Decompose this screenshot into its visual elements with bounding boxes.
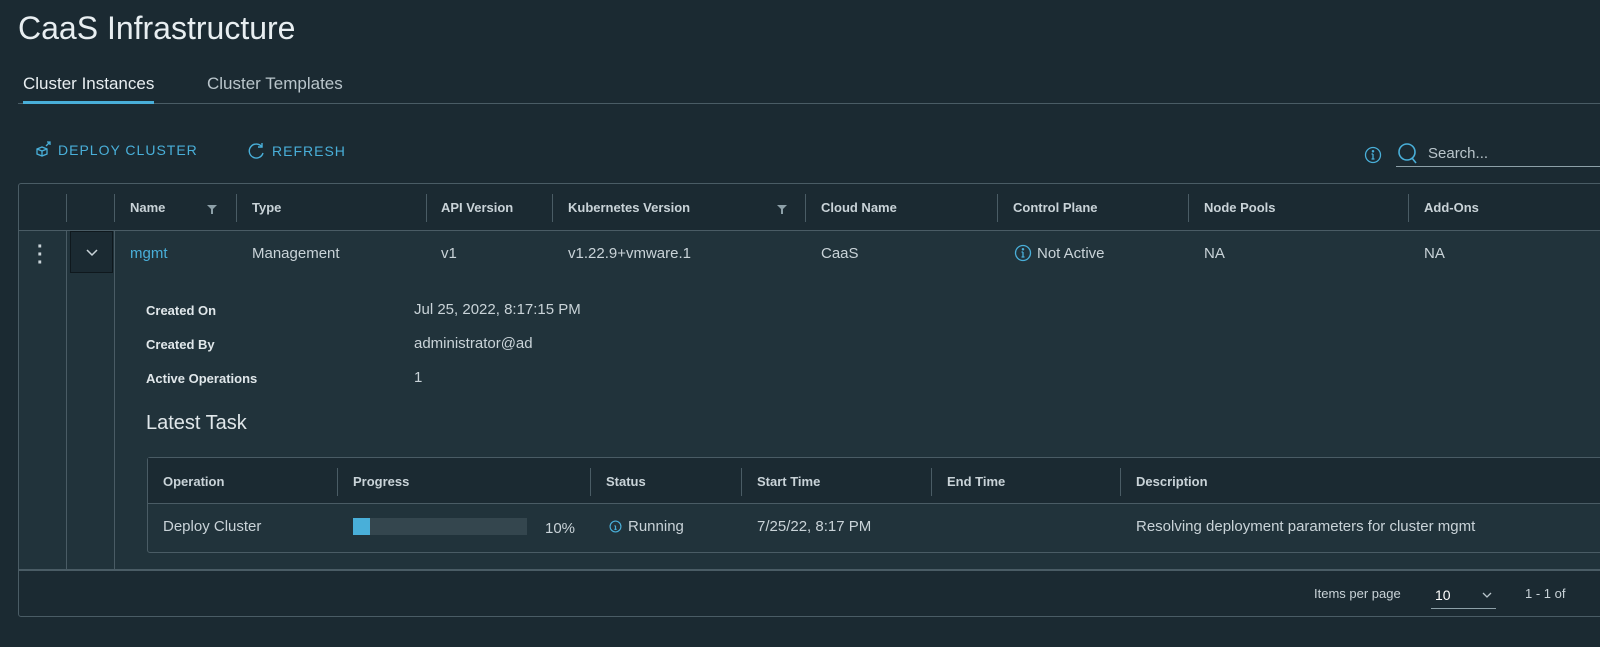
control-plane-status: Not Active	[1014, 244, 1105, 262]
filter-icon[interactable]	[777, 204, 787, 214]
info-icon	[1014, 244, 1032, 262]
items-per-page-label: Items per page	[1314, 586, 1401, 601]
task-description: Resolving deployment parameters for clus…	[1136, 518, 1476, 535]
task-table-header: Operation Progress Status Start Time End…	[148, 458, 1600, 504]
progress-text: 10%	[545, 520, 576, 537]
active-operations-value: 1	[414, 369, 423, 386]
info-icon	[609, 520, 622, 533]
latest-task-table: Operation Progress Status Start Time End…	[147, 457, 1600, 553]
cluster-name-link[interactable]: mgmt	[130, 245, 168, 262]
column-control-plane[interactable]: Control Plane	[1013, 184, 1098, 231]
expand-row-button[interactable]	[70, 231, 113, 273]
progress-bar	[353, 518, 527, 535]
pagination-range: 1 - 1 of	[1525, 586, 1566, 601]
tab-cluster-templates[interactable]: Cluster Templates	[207, 74, 343, 104]
refresh-button[interactable]: REFRESH	[246, 141, 346, 161]
cluster-type: Management	[252, 245, 340, 262]
active-operations-label: Active Operations	[146, 371, 258, 386]
created-on-label: Created On	[146, 303, 217, 318]
task-operation: Deploy Cluster	[163, 518, 262, 535]
chevron-down-icon	[85, 249, 98, 257]
api-version: v1	[441, 245, 457, 262]
column-progress: Progress	[353, 473, 410, 489]
column-node-pools[interactable]: Node Pools	[1204, 184, 1276, 231]
deploy-icon	[36, 141, 51, 157]
page-title: CaaS Infrastructure	[18, 10, 296, 46]
search-placeholder: Search...	[1428, 144, 1489, 162]
search-input[interactable]: Search...	[1396, 140, 1600, 167]
search-icon	[1398, 143, 1417, 164]
column-api-version[interactable]: API Version	[441, 184, 513, 231]
refresh-icon	[248, 143, 264, 159]
deploy-cluster-button[interactable]: DEPLOY CLUSTER	[34, 141, 198, 159]
cluster-datagrid: Name Type API Version Kubernetes Version…	[18, 183, 1600, 617]
column-operation: Operation	[163, 473, 225, 489]
cloud-name: CaaS	[821, 245, 859, 262]
deploy-cluster-label: DEPLOY CLUSTER	[58, 142, 198, 158]
info-icon[interactable]	[1364, 146, 1382, 164]
column-status: Status	[606, 473, 646, 489]
latest-task-title: Latest Task	[146, 412, 247, 434]
add-ons: NA	[1424, 245, 1445, 262]
tab-bar: Cluster Instances Cluster Templates	[18, 72, 1600, 104]
column-type[interactable]: Type	[252, 184, 281, 231]
column-kubernetes-version[interactable]: Kubernetes Version	[568, 184, 690, 231]
row-actions-icon[interactable]: · · ·	[37, 237, 44, 273]
refresh-label: REFRESH	[272, 143, 346, 159]
grid-footer: Items per page 10 1 - 1 of	[19, 570, 1600, 618]
node-pools: NA	[1204, 245, 1225, 262]
column-description: Description	[1136, 473, 1208, 489]
column-end-time: End Time	[947, 473, 1006, 489]
control-plane-text: Not Active	[1037, 244, 1105, 262]
task-start-time: 7/25/22, 8:17 PM	[757, 518, 872, 535]
task-status: Running	[609, 518, 684, 535]
tab-cluster-instances[interactable]: Cluster Instances	[23, 74, 155, 104]
column-start-time: Start Time	[757, 473, 821, 489]
column-add-ons[interactable]: Add-Ons	[1424, 184, 1479, 231]
created-on-value: Jul 25, 2022, 8:17:15 PM	[414, 301, 581, 318]
kubernetes-version: v1.22.9+vmware.1	[568, 245, 691, 262]
filter-icon[interactable]	[207, 204, 217, 214]
column-name[interactable]: Name	[130, 184, 165, 231]
items-per-page-select[interactable]: 10	[1431, 581, 1496, 609]
progress-bar-fill	[353, 518, 371, 535]
chevron-down-icon	[1482, 592, 1492, 598]
created-by-label: Created By	[146, 337, 215, 352]
grid-header: Name Type API Version Kubernetes Version…	[19, 184, 1600, 231]
created-by-value: administrator@ad	[414, 335, 533, 352]
column-cloud-name[interactable]: Cloud Name	[821, 184, 897, 231]
items-per-page-value: 10	[1435, 586, 1451, 603]
task-status-text: Running	[628, 518, 684, 535]
